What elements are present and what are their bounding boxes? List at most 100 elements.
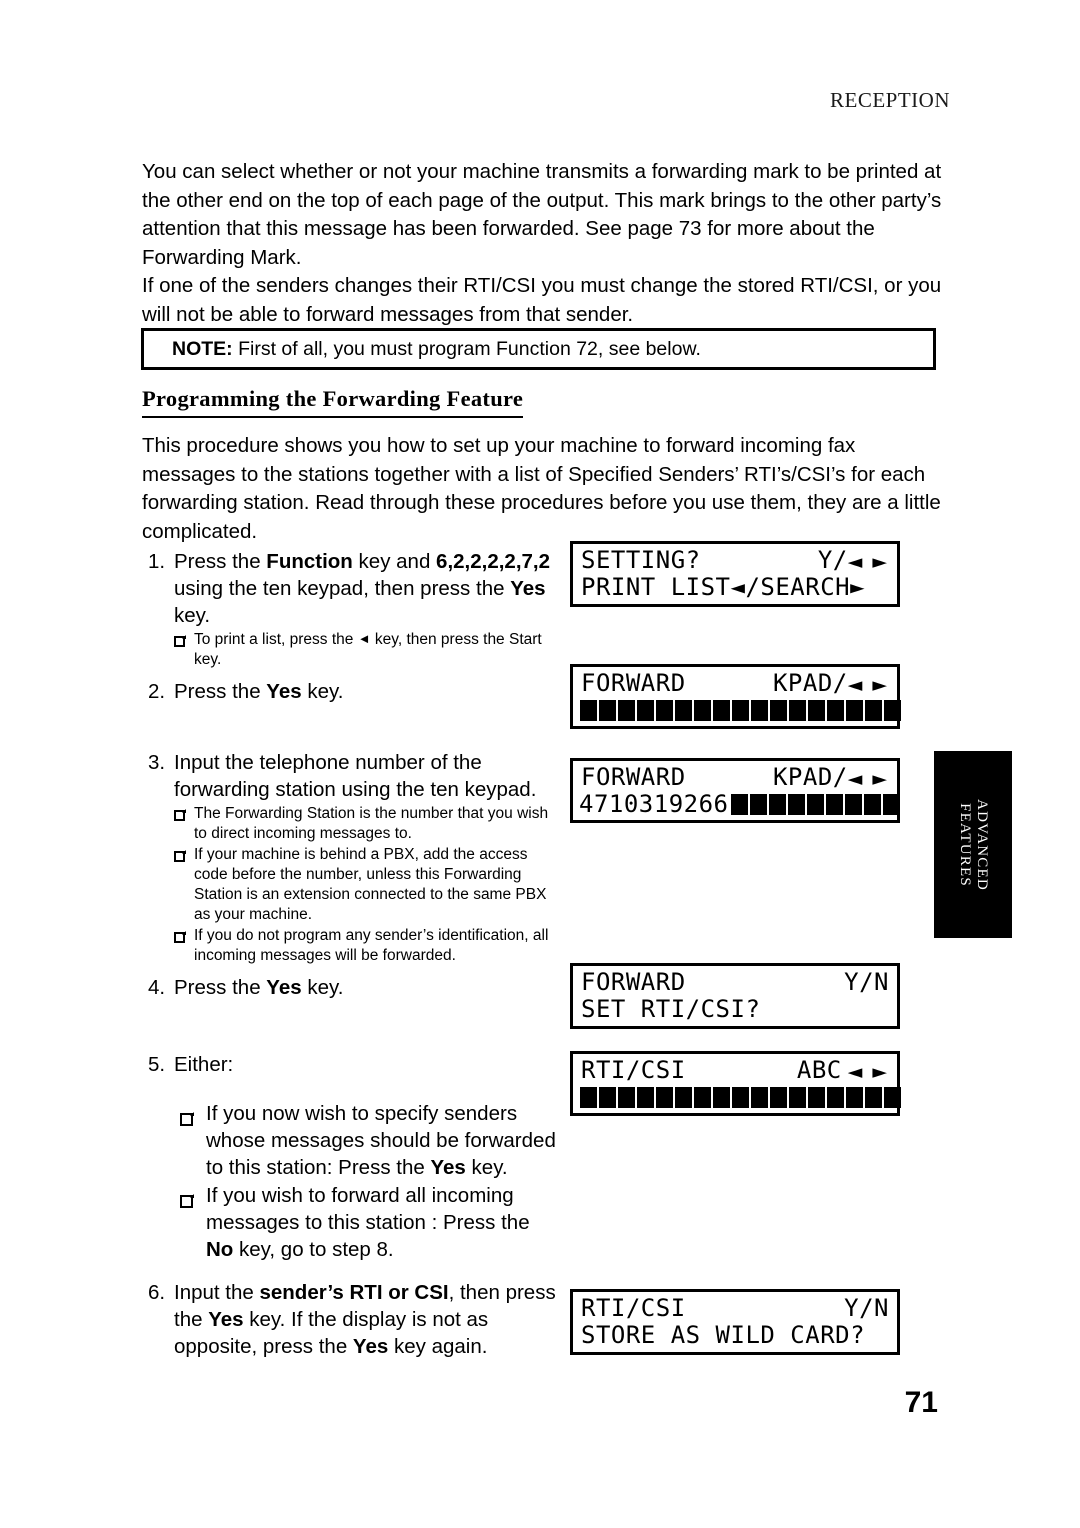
step-5-sub-1: If you now wish to specify senders whose… (180, 1100, 560, 1181)
section-heading: Programming the Forwarding Feature (142, 386, 524, 418)
display-4-yn-label: Y/N (844, 968, 889, 996)
lcd-block-cell (637, 1086, 654, 1108)
display-rti-csi-wild-card: RTI/CSI Y/N STORE AS WILD CARD? (570, 1289, 900, 1355)
step-6-text-a: Input the (174, 1281, 260, 1304)
step-3-body: Input the telephone number of the forwar… (174, 751, 537, 801)
display-3-line-1-left: FORWARD (581, 763, 686, 791)
display-forward-kpad-empty: FORWARD KPAD/◄ ► (570, 664, 901, 729)
display-2-blocks (579, 699, 902, 722)
step-4-text-b: key. (301, 976, 344, 999)
display-3-phone-number: 4710319266 (579, 790, 729, 818)
side-tab-line-1: ADVANCED (974, 798, 990, 891)
lcd-block-cell (732, 1086, 749, 1108)
lcd-block-cell (884, 1086, 901, 1108)
step-1-bold-a: Function (266, 550, 353, 573)
display-1-line-1-right: Y/◄ ► (818, 547, 889, 574)
step-6-bold-a: sender’s RTI or CSI (259, 1281, 449, 1304)
lcd-block-cell (580, 699, 597, 721)
step-1-sub-1-text: To print a list, press the ◄ key, then p… (194, 630, 560, 670)
running-head: RECEPTION (830, 88, 950, 112)
left-right-arrow-icon: ◄ ► (847, 768, 889, 790)
step-4-body: Press the Yes key. (174, 974, 560, 1001)
step-6-bold-c: Yes (352, 1335, 389, 1358)
lcd-block-cell (656, 699, 673, 721)
lcd-block-cell (599, 1086, 616, 1108)
lcd-block-cell (749, 793, 767, 815)
lcd-block-cell (808, 699, 825, 721)
step-6-number: 6. (148, 1281, 166, 1304)
step-1-text-d: key. (174, 604, 211, 627)
step-3-number: 3. (148, 751, 166, 774)
step-5-sub-2-pre: If you wish to forward all incoming mess… (206, 1184, 530, 1234)
step-2-text-b: key. (301, 680, 344, 703)
step-1-sub-1-pre: To print a list, press the (194, 631, 358, 648)
step-1-text-a: Press the (174, 550, 267, 573)
step-2: 2. Press the Yes key. (148, 678, 560, 705)
step-1-bold-b: 6,2,2,2,2,7,2 (436, 550, 551, 573)
display-2-block-row (579, 697, 901, 723)
display-4-line-2: SET RTI/CSI? (579, 996, 893, 1023)
lcd-block-cell (599, 699, 616, 721)
step-6-text-d: key again. (388, 1335, 488, 1358)
lcd-block-cell (618, 699, 635, 721)
display-6-yn-label: Y/N (844, 1294, 889, 1322)
step-4: 4. Press the Yes key. (148, 974, 560, 1001)
note-label: NOTE: (172, 337, 233, 360)
step-5-sub-1-post: key. (465, 1156, 508, 1179)
left-right-arrow-icon: ◄ ► (847, 551, 889, 573)
display-3-line-1-right: KPAD/◄ ► (773, 764, 889, 791)
display-3-line-1: FORWARD KPAD/◄ ► (579, 764, 893, 791)
step-3: 3. Input the telephone number of the for… (148, 749, 560, 803)
square-bullet-icon (174, 845, 194, 925)
step-1-bold-c: Yes (510, 577, 546, 600)
lcd-block-cell (787, 793, 805, 815)
step-5-number: 5. (148, 1053, 166, 1076)
step-1-sub-1: To print a list, press the ◄ key, then p… (174, 630, 560, 670)
lcd-block-cell (827, 1086, 844, 1108)
display-6-line-1: RTI/CSI Y/N (579, 1295, 893, 1322)
square-bullet-icon (174, 804, 194, 844)
step-6-body: Input the sender’s RTI or CSI, then pres… (174, 1279, 560, 1360)
lcd-block-cell (808, 1086, 825, 1108)
lcd-block-cell (618, 1086, 635, 1108)
steps-list: 1. Press the Function key and 6,2,2,2,2,… (148, 548, 560, 1360)
step-5-sub-2: If you wish to forward all incoming mess… (180, 1182, 560, 1263)
step-1-body: Press the Function key and 6,2,2,2,2,7,2… (174, 548, 560, 629)
square-bullet-icon (180, 1100, 206, 1181)
step-3-sub-1-text: The Forwarding Station is the number tha… (194, 805, 549, 842)
display-3-block-row: 4710319266 (579, 790, 900, 818)
lcd-block-cell (865, 699, 882, 721)
lcd-block-cell (884, 699, 901, 721)
side-tab-advanced-features: ADVANCED FEATURES (934, 751, 1012, 938)
step-5-sub-2-text: If you wish to forward all incoming mess… (206, 1182, 560, 1263)
lcd-block-cell (844, 793, 862, 815)
lcd-block-cell (694, 1086, 711, 1108)
step-3-sub-3: If you do not program any sender’s ident… (174, 926, 560, 966)
lcd-block-cell (846, 699, 863, 721)
lcd-block-cell (675, 1086, 692, 1108)
lcd-block-cell (882, 793, 900, 815)
step-5-body: Either: (174, 1053, 234, 1076)
square-bullet-icon (174, 630, 194, 670)
lcd-block-cell (863, 793, 881, 815)
step-3-sub-2-text: If your machine is behind a PBX, add the… (194, 846, 547, 923)
side-tab-label: ADVANCED FEATURES (956, 799, 990, 891)
step-5-sub-1-text: If you now wish to specify senders whose… (206, 1100, 560, 1181)
step-3-sub-1: The Forwarding Station is the number tha… (174, 804, 560, 844)
step-1: 1. Press the Function key and 6,2,2,2,2,… (148, 548, 560, 629)
step-2-number: 2. (148, 680, 166, 703)
lcd-block-cell (789, 1086, 806, 1108)
display-3-kpad-label: KPAD/ (772, 763, 848, 791)
display-1-line-2: PRINT LIST◄/SEARCH► (579, 574, 893, 601)
step-5-sub-1-bold: Yes (430, 1156, 466, 1179)
intro-paragraph-2: If one of the senders changes their RTI/… (142, 274, 942, 326)
display-4-line-1-left: FORWARD (581, 968, 686, 996)
lcd-block-cell (751, 699, 768, 721)
lcd-block-cell (806, 793, 824, 815)
display-setting-print-list: SETTING? Y/◄ ► PRINT LIST◄/SEARCH► (570, 541, 900, 607)
lcd-block-cell (730, 793, 748, 815)
display-5-line-1-right: ABC ◄ ► (797, 1057, 889, 1084)
display-5-line-1: RTI/CSI ABC ◄ ► (579, 1057, 893, 1084)
step-6-bold-b: Yes (208, 1308, 244, 1331)
step-5-sub-2-bold: No (206, 1238, 234, 1261)
